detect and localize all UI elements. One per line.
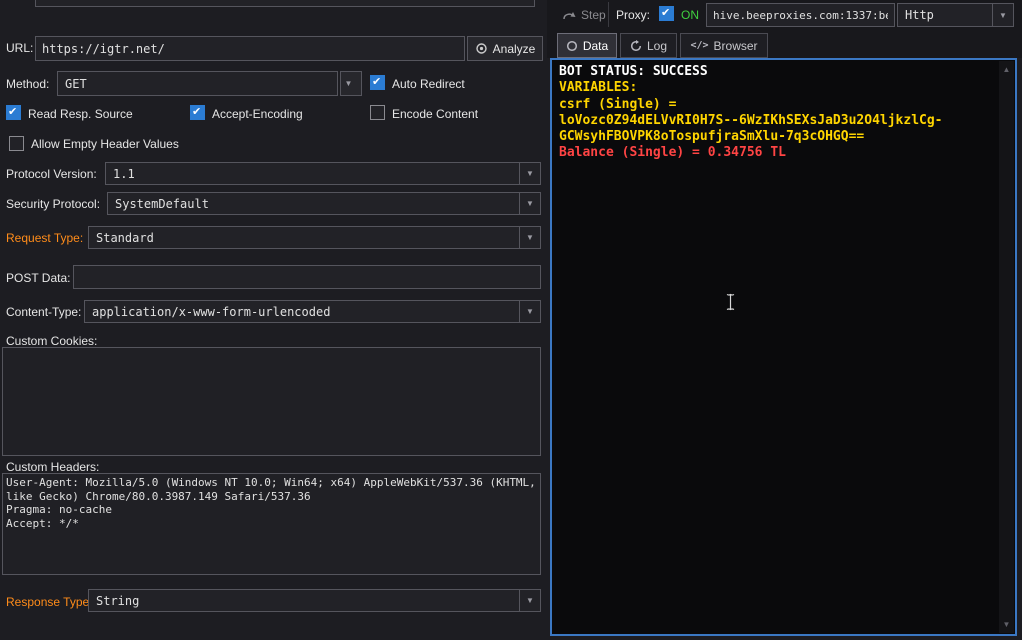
security-protocol-label: Security Protocol:: [6, 197, 100, 211]
analyze-button[interactable]: Analyze: [467, 36, 543, 61]
protocol-version-select[interactable]: 1.1: [105, 162, 541, 185]
post-data-label: POST Data:: [6, 271, 70, 285]
url-input[interactable]: [35, 36, 465, 61]
response-type-value: String: [89, 590, 519, 611]
tab-label: Log: [647, 39, 667, 53]
accept-encoding-label: Accept-Encoding: [212, 107, 303, 121]
content-type-select[interactable]: application/x-www-form-urlencoded: [84, 300, 541, 323]
scroll-up-icon[interactable]: [999, 62, 1014, 77]
log-icon: [630, 40, 642, 52]
custom-headers-label: Custom Headers:: [6, 460, 99, 474]
bot-log-panel: BOT STATUS: SUCCESSVARIABLES:csrf (Singl…: [550, 58, 1017, 636]
method-label: Method:: [6, 77, 49, 91]
tab-log[interactable]: Log: [620, 33, 677, 58]
custom-cookies-textarea[interactable]: [2, 347, 541, 456]
step-label: Step: [581, 8, 606, 22]
auto-redirect-checkbox[interactable]: [370, 75, 385, 90]
tab-browser[interactable]: Browser: [680, 33, 768, 58]
proxy-type-select[interactable]: Http: [897, 3, 1014, 27]
tab-label: Browser: [714, 39, 758, 53]
method-dropdown-button[interactable]: [340, 71, 362, 96]
console-line: VARIABLES:: [559, 80, 993, 96]
console-output: BOT STATUS: SUCCESSVARIABLES:csrf (Singl…: [559, 64, 993, 162]
custom-headers-textarea[interactable]: [2, 473, 541, 575]
truncated-top-field[interactable]: [35, 0, 535, 7]
request-type-value: Standard: [89, 227, 519, 248]
auto-redirect-label: Auto Redirect: [392, 77, 465, 91]
encode-content-checkbox[interactable]: [370, 105, 385, 120]
response-type-select[interactable]: String: [88, 589, 541, 612]
scroll-down-icon[interactable]: [999, 617, 1014, 632]
console-scrollbar[interactable]: [999, 61, 1014, 633]
read-resp-source-checkbox[interactable]: [6, 105, 21, 120]
request-type-label: Request Type:: [6, 231, 83, 245]
console-line: GCWsyhFBOVPK8oTospufjraSmXlu-7q3cOHGQ==: [559, 129, 993, 145]
protocol-version-label: Protocol Version:: [6, 167, 97, 181]
custom-cookies-label: Custom Cookies:: [6, 334, 97, 348]
post-data-input[interactable]: [73, 265, 541, 289]
chevron-down-icon[interactable]: [519, 590, 540, 611]
console-line: loVozc0Z94dELVvRI0H7S--6WzIKhSEXsJaD3u2O…: [559, 113, 993, 129]
security-protocol-select[interactable]: SystemDefault: [107, 192, 541, 215]
tab-data[interactable]: Data: [557, 33, 617, 58]
content-type-label: Content-Type:: [6, 305, 81, 319]
proxy-on-label: ON: [681, 8, 699, 22]
chevron-down-icon[interactable]: [519, 301, 540, 322]
content-type-value: application/x-www-form-urlencoded: [85, 301, 519, 322]
analyze-label: Analyze: [493, 42, 536, 56]
topbar-divider: [608, 2, 609, 27]
proxy-label: Proxy:: [616, 8, 650, 22]
chevron-down-icon[interactable]: [519, 163, 540, 184]
url-label: URL:: [6, 41, 33, 55]
proxy-on-checkbox[interactable]: [659, 6, 674, 21]
method-value: GET: [58, 72, 337, 95]
accept-encoding-checkbox[interactable]: [190, 105, 205, 120]
step-button[interactable]: Step: [556, 3, 612, 26]
analyze-icon: [475, 42, 488, 55]
encode-content-label: Encode Content: [392, 107, 478, 121]
read-resp-source-label: Read Resp. Source: [28, 107, 133, 121]
data-icon: [566, 40, 578, 52]
allow-empty-header-values-label: Allow Empty Header Values: [31, 137, 179, 151]
step-arrow-icon: [562, 9, 576, 21]
proxy-type-value: Http: [898, 4, 992, 26]
request-type-select[interactable]: Standard: [88, 226, 541, 249]
console-line: Balance (Single) = 0.34756 TL: [559, 145, 993, 161]
chevron-down-icon[interactable]: [519, 193, 540, 214]
response-type-label: Response Type:: [6, 595, 93, 609]
console-line: csrf (Single) =: [559, 97, 993, 113]
protocol-version-value: 1.1: [106, 163, 519, 184]
request-builder-window: URL: Analyze Method: GET Auto Redirect R…: [0, 0, 1022, 640]
allow-empty-header-values-checkbox[interactable]: [9, 136, 24, 151]
security-protocol-value: SystemDefault: [108, 193, 519, 214]
chevron-down-icon[interactable]: [519, 227, 540, 248]
method-select[interactable]: GET: [57, 71, 338, 96]
proxy-input[interactable]: [706, 3, 895, 27]
console-line: BOT STATUS: SUCCESS: [559, 64, 993, 80]
browser-icon: [690, 40, 708, 51]
tab-label: Data: [583, 39, 608, 53]
chevron-down-icon[interactable]: [992, 4, 1013, 26]
